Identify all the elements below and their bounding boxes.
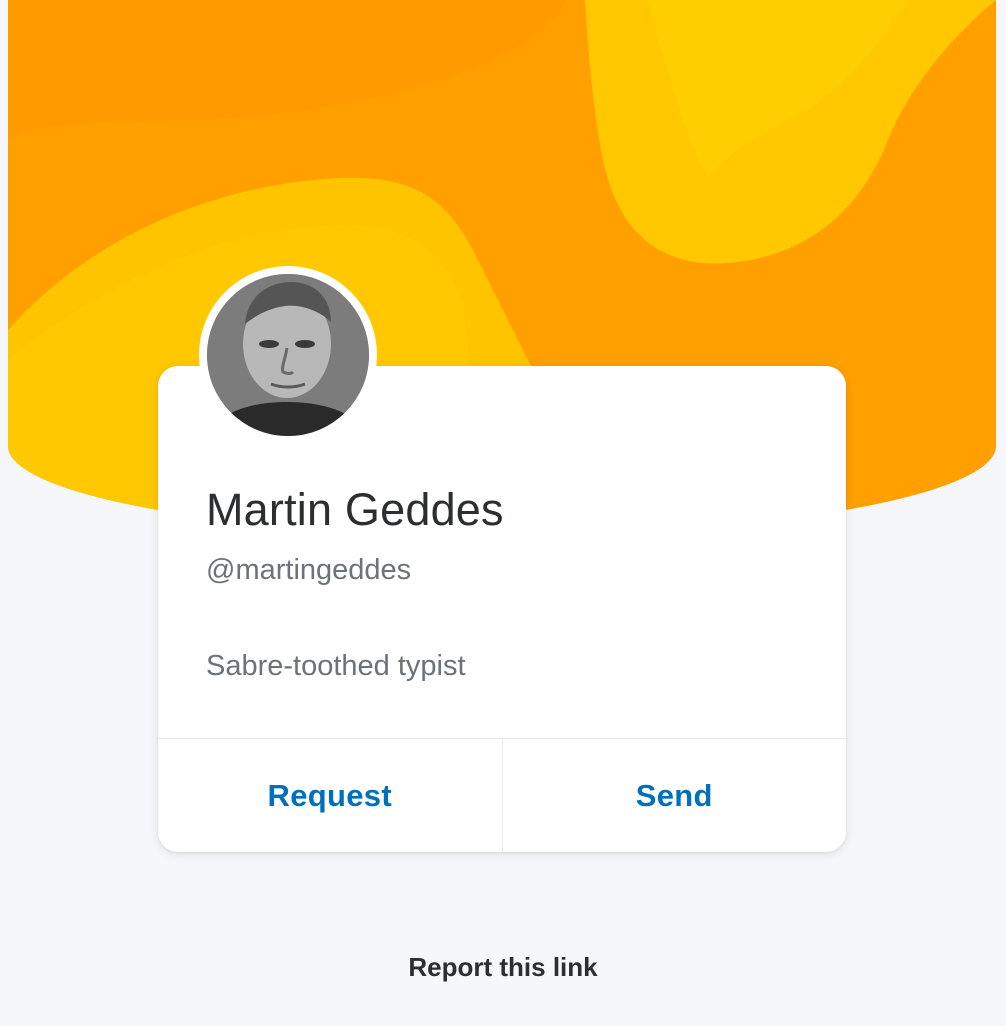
profile-photo-icon <box>207 274 369 436</box>
send-button[interactable]: Send <box>501 739 847 852</box>
action-bar: Request Send <box>158 738 846 852</box>
profile-name: Martin Geddes <box>206 484 504 535</box>
profile-page: Martin Geddes @martingeddes Sabre-toothe… <box>0 0 1006 1026</box>
request-button[interactable]: Request <box>158 739 502 852</box>
avatar-photo <box>207 274 369 436</box>
avatar <box>199 266 377 444</box>
profile-bio: Sabre-toothed typist <box>206 650 466 682</box>
profile-handle: @martingeddes <box>206 554 412 586</box>
report-link[interactable]: Report this link <box>0 952 1006 983</box>
